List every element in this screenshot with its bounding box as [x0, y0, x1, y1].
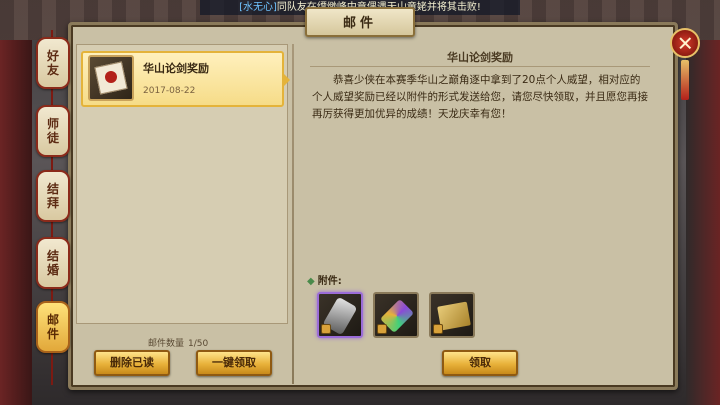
mail-detail-body: 恭喜少侠在本赛季华山之巅角逐中拿到了20点个人威望，相对应的个人威望奖励已经以附… [312, 74, 648, 120]
close-tassel [681, 60, 689, 100]
tab-label: 婚 [46, 263, 59, 277]
tab-label: 徒 [46, 131, 59, 145]
lock-icon [433, 324, 443, 334]
left-pillar [0, 40, 32, 405]
mail-count-label: 邮件数量 [148, 339, 185, 349]
notice-player[interactable]: [水无心] [239, 2, 277, 13]
title-underline [310, 66, 650, 67]
tab-marriage[interactable]: 结 婚 [36, 237, 70, 289]
tab-label: 结 [46, 182, 59, 196]
tab-mail[interactable]: 邮 件 [36, 301, 70, 353]
mail-count-value: 1/50 [188, 339, 209, 349]
collect-all-button[interactable]: 一键领取 [196, 350, 272, 376]
attachments-heading: ◆ 附件: [307, 272, 342, 287]
tab-label: 拜 [46, 196, 59, 210]
tab-sworn-brothers[interactable]: 结 拜 [36, 170, 70, 222]
tab-label: 邮 [46, 313, 59, 327]
close-icon: ✕ [676, 30, 694, 55]
mail-envelope-icon [88, 55, 134, 101]
wax-seal [105, 71, 117, 83]
claim-button[interactable]: 领取 [442, 350, 518, 376]
mail-detail-title: 华山论剑奖励 [447, 51, 513, 64]
tab-label: 师 [46, 117, 59, 131]
attachment-slot-1[interactable] [317, 292, 363, 338]
tab-label: 友 [46, 63, 59, 77]
tab-master-apprentice[interactable]: 师 徒 [36, 105, 70, 157]
lock-icon [321, 324, 331, 334]
mail-count: 邮件数量 1/50 [148, 336, 208, 349]
lock-icon [377, 324, 387, 334]
mail-item-title: 华山论剑奖励 [143, 62, 209, 75]
attachments-label: 附件: [317, 276, 342, 287]
tab-label: 好 [46, 49, 59, 63]
delete-read-button[interactable]: 删除已读 [94, 350, 170, 376]
selected-arrow-icon [284, 74, 290, 86]
tab-label: 结 [46, 249, 59, 263]
bullet-icon: ◆ [307, 276, 315, 287]
tab-label: 件 [46, 327, 59, 341]
mail-item-date: 2017-08-22 [143, 86, 196, 96]
attachment-slot-3[interactable] [429, 292, 475, 338]
attachment-slot-2[interactable] [373, 292, 419, 338]
panel-divider [292, 44, 294, 384]
tab-friends[interactable]: 好 友 [36, 37, 70, 89]
window-title: 邮件 [342, 16, 377, 31]
right-pillar [686, 40, 720, 405]
